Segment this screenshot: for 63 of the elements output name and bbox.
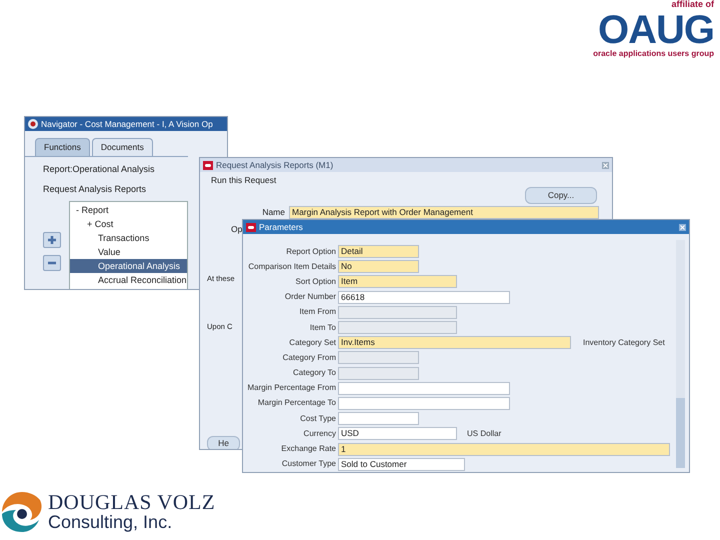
text-field[interactable]: Item: [338, 275, 457, 288]
field-label: Exchange Rate: [280, 443, 337, 456]
company-name: DOUGLAS VOLZ: [48, 492, 216, 513]
collapse-button[interactable]: [43, 255, 61, 271]
window-title: Parameters: [259, 220, 304, 234]
app-icon: [28, 119, 38, 129]
field-label: Item From: [298, 306, 337, 318]
field-label: Currency: [302, 428, 337, 440]
field-label: Op: [230, 222, 242, 236]
field-label: Margin Percentage From: [246, 382, 337, 394]
field-label: Name: [261, 206, 286, 219]
window-icon: [246, 222, 256, 232]
help-button[interactable]: He: [207, 436, 240, 449]
field-label: Report Option: [285, 246, 337, 258]
field-label: Order Number: [284, 291, 337, 304]
tree-item[interactable]: Accrual Reconciliation: [70, 272, 187, 287]
field-label: Margin Percentage To: [256, 397, 337, 410]
expand-button[interactable]: [43, 232, 61, 248]
field-label: Sort Option: [294, 276, 337, 288]
copy-button[interactable]: Copy...: [525, 186, 597, 204]
tab[interactable]: Functions: [35, 138, 90, 156]
text-field[interactable]: 1: [338, 442, 670, 456]
field-label: Item To: [308, 322, 337, 334]
field-description: Inventory Category Set: [583, 336, 665, 349]
close-icon[interactable]: [602, 162, 609, 168]
text-field[interactable]: Inv.Items: [338, 336, 571, 350]
logo-tagline: oracle applications users group: [593, 50, 714, 59]
window-icon: [203, 160, 213, 170]
text-field[interactable]: [338, 396, 510, 410]
field-label: Cost Type: [299, 412, 337, 425]
field-label: Comparison Item Details: [247, 260, 337, 273]
close-icon[interactable]: [679, 224, 686, 230]
text-field[interactable]: [338, 382, 510, 395]
text-field[interactable]: [338, 412, 419, 426]
text-field[interactable]: No: [338, 260, 419, 274]
field-label: Customer Type: [280, 458, 337, 470]
text-field[interactable]: USD: [338, 427, 457, 440]
label: Report:Operational Analysis: [43, 162, 156, 176]
section-label: Run this Request: [210, 174, 278, 187]
company-subtitle: Consulting, Inc.: [48, 512, 174, 532]
label: Request Analysis Reports: [43, 183, 148, 196]
field-label: Category To: [292, 367, 337, 380]
tree-item[interactable]: Transactions: [70, 230, 187, 245]
tree-item[interactable]: Value: [70, 244, 187, 259]
field-description: US Dollar: [467, 428, 502, 440]
tree-item[interactable]: Operational Analysis: [70, 258, 187, 273]
field-label: Category Set: [288, 336, 337, 349]
plus-icon: [48, 236, 56, 244]
scrollbar[interactable]: [676, 240, 685, 468]
tree-item[interactable]: - Report: [70, 202, 187, 217]
tree-item[interactable]: + Cost: [70, 216, 187, 231]
field-label: Category From: [282, 352, 337, 364]
window-title: Request Analysis Reports (M1): [216, 158, 334, 172]
tab[interactable]: Documents: [92, 138, 153, 156]
text-field[interactable]: 66618: [338, 290, 510, 304]
logo-tagline: affiliate of: [671, 0, 714, 10]
window-title: Navigator - Cost Management - I, A Vision Op: [41, 118, 213, 130]
minus-icon: [48, 259, 56, 267]
text-field[interactable]: Sold to Customer: [338, 458, 465, 471]
logo-wordmark: OAUG: [598, 10, 714, 50]
swirl-logo-icon: [0, 490, 44, 534]
text-field[interactable]: Margin Analysis Report with Order Management: [289, 206, 599, 219]
text-field[interactable]: Detail: [338, 245, 419, 258]
